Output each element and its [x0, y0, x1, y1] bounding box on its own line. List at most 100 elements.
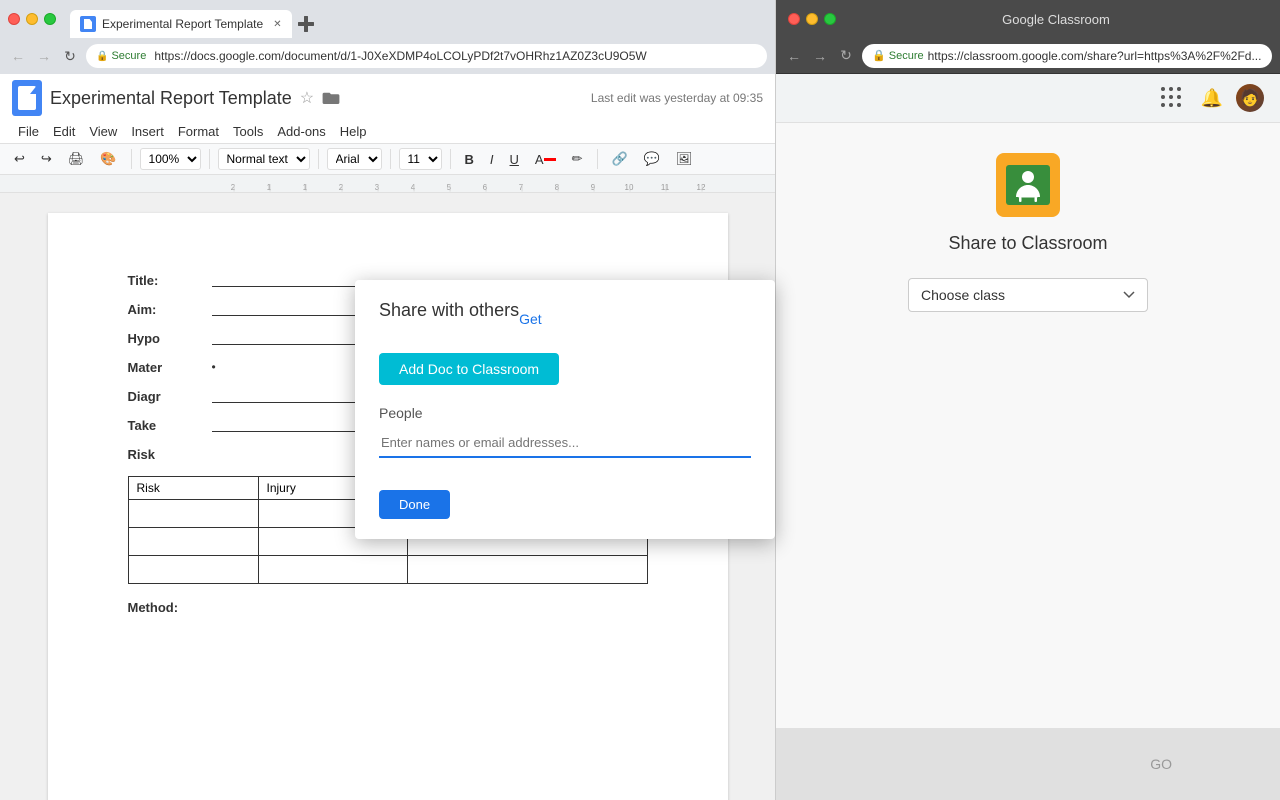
people-input[interactable]	[379, 429, 751, 458]
classroom-forward-button[interactable]: →	[810, 46, 830, 66]
ruler-mark: 3	[359, 183, 395, 192]
classroom-url-bar[interactable]: 🔒 Secure https://classroom.google.com/sh…	[862, 44, 1272, 68]
format-toolbar: ↩ ↪ 🖨 🎨 100% Normal text Arial 11 B I U …	[0, 144, 775, 175]
choose-class-select[interactable]: Choose class	[908, 278, 1148, 312]
classroom-go-button[interactable]: GO	[1122, 748, 1200, 780]
redo-button[interactable]: ↪	[35, 149, 58, 169]
user-avatar[interactable]: 🧑	[1236, 84, 1264, 112]
avatar-image: 🧑	[1240, 88, 1260, 108]
minimize-button[interactable]	[26, 13, 38, 25]
italic-button[interactable]: I	[484, 150, 500, 169]
people-label: People	[379, 405, 751, 421]
docs-tab-title: Experimental Report Template	[102, 17, 263, 31]
apps-button[interactable]	[1156, 82, 1188, 114]
toolbar-separator-4	[390, 149, 391, 169]
prevention-cell[interactable]	[407, 556, 647, 584]
title-label: Title:	[128, 273, 208, 288]
classroom-secure-badge: 🔒 Secure	[872, 49, 924, 62]
docs-window: Experimental Report Template ✕ ← → ↻ Sec…	[0, 0, 775, 800]
menu-format[interactable]: Format	[172, 122, 225, 141]
docs-url-bar[interactable]: Secure https://docs.google.com/document/…	[86, 44, 767, 68]
print-button[interactable]: 🖨	[62, 149, 91, 169]
apps-grid-icon	[1161, 87, 1183, 109]
ruler-marks: 2 1 1 2 3 4 5 6 7 8 9 10 11 12	[0, 175, 775, 192]
diagram-label: Diagr	[128, 389, 208, 404]
comment-button[interactable]: 💬	[638, 149, 666, 169]
docs-header: Experimental Report Template ☆ Last edit…	[0, 74, 775, 144]
docs-tab-icon	[80, 16, 96, 32]
highlight-button[interactable]: ✏	[566, 149, 589, 169]
share-dialog: Share with others Get Add Doc to Classro…	[355, 280, 775, 539]
risk-label: Risk	[128, 447, 208, 462]
get-link-button[interactable]: Get	[519, 311, 542, 327]
style-select[interactable]: Normal text	[218, 148, 310, 170]
aim-label: Aim:	[128, 302, 208, 317]
zoom-select[interactable]: 100%	[140, 148, 201, 170]
ruler-mark: 1	[287, 183, 323, 192]
risk-cell[interactable]	[128, 556, 258, 584]
risk-col-header: Risk	[128, 477, 258, 500]
docs-file-icon	[12, 80, 42, 116]
ruler-mark: 12	[683, 183, 719, 192]
docs-title-bar: Experimental Report Template ✕	[0, 0, 775, 38]
menu-add-ons[interactable]: Add-ons	[271, 122, 331, 141]
docs-menu: File Edit View Insert Format Tools Add-o…	[12, 120, 763, 143]
undo-button[interactable]: ↩	[8, 149, 31, 169]
toolbar-separator-6	[597, 149, 598, 169]
classroom-window: Google Classroom ← → ↻ 🔒 Secure https://…	[775, 0, 1280, 800]
ruler-mark: 8	[539, 183, 575, 192]
doc-content: Title: Aim: Hypo Mater Diagr	[0, 193, 775, 800]
take-label: Take	[128, 418, 208, 433]
menu-insert[interactable]: Insert	[125, 122, 170, 141]
ruler-mark: 10	[611, 183, 647, 192]
image-button[interactable]: 🖼	[670, 149, 699, 169]
menu-file[interactable]: File	[12, 122, 45, 141]
classroom-reload-button[interactable]: ↻	[836, 46, 856, 66]
underline-button[interactable]: U	[504, 150, 525, 169]
docs-title-row: Experimental Report Template ☆ Last edit…	[12, 80, 763, 116]
classroom-window-title: Google Classroom	[844, 12, 1268, 27]
forward-button[interactable]: →	[34, 46, 54, 66]
classroom-title-bar: Google Classroom	[776, 0, 1280, 38]
classroom-minimize-button[interactable]	[806, 13, 818, 25]
classroom-close-button[interactable]	[788, 13, 800, 25]
choose-class-container: Choose class	[908, 278, 1148, 332]
new-tab-button[interactable]	[292, 10, 320, 38]
classroom-logo-inner	[1006, 165, 1050, 205]
close-button[interactable]	[8, 13, 20, 25]
menu-view[interactable]: View	[83, 122, 123, 141]
maximize-button[interactable]	[44, 13, 56, 25]
text-color-button[interactable]: A	[529, 150, 562, 169]
share-done-button[interactable]: Done	[379, 490, 450, 519]
toolbar-separator-1	[131, 149, 132, 169]
size-select[interactable]: 11	[399, 148, 442, 170]
bold-button[interactable]: B	[459, 150, 480, 169]
ruler: 2 1 1 2 3 4 5 6 7 8 9 10 11 12	[0, 175, 775, 193]
font-select[interactable]: Arial	[327, 148, 382, 170]
notification-button[interactable]: 🔔	[1196, 82, 1228, 114]
risk-cell[interactable]	[128, 500, 258, 528]
back-button[interactable]: ←	[8, 46, 28, 66]
classroom-logo-box	[996, 153, 1060, 217]
classroom-maximize-button[interactable]	[824, 13, 836, 25]
reload-button[interactable]: ↻	[60, 46, 80, 66]
ruler-mark: 2	[323, 183, 359, 192]
menu-tools[interactable]: Tools	[227, 122, 269, 141]
star-icon[interactable]: ☆	[300, 88, 314, 108]
toolbar-separator-3	[318, 149, 319, 169]
tab-close-button[interactable]: ✕	[273, 19, 281, 30]
injury-cell[interactable]	[258, 556, 407, 584]
menu-edit[interactable]: Edit	[47, 122, 81, 141]
docs-tab[interactable]: Experimental Report Template ✕	[70, 10, 292, 38]
classroom-back-button[interactable]: ←	[784, 46, 804, 66]
reload-icon: ↻	[64, 48, 76, 65]
folder-icon[interactable]	[322, 90, 340, 107]
risk-table-row	[128, 556, 647, 584]
last-edit-text: Last edit was yesterday at 09:35	[591, 91, 763, 105]
classroom-address-bar: ← → ↻ 🔒 Secure https://classroom.google.…	[776, 38, 1280, 74]
risk-cell[interactable]	[128, 528, 258, 556]
paint-format-button[interactable]: 🎨	[94, 149, 122, 169]
add-to-classroom-button[interactable]: Add Doc to Classroom	[379, 353, 559, 385]
menu-help[interactable]: Help	[334, 122, 373, 141]
link-button[interactable]: 🔗	[606, 149, 634, 169]
